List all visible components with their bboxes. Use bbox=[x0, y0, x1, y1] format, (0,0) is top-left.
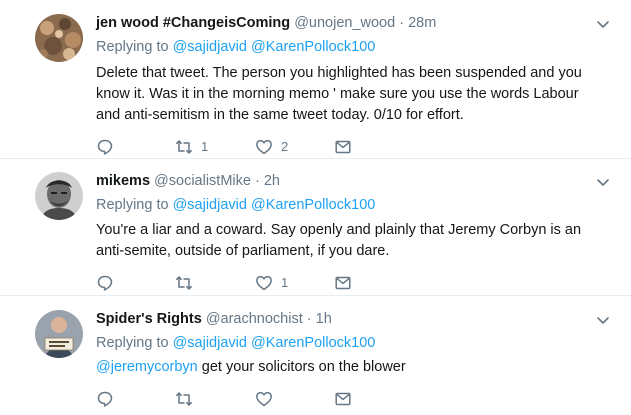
reply-mention[interactable]: @KarenPollock100 bbox=[251, 335, 375, 351]
handle[interactable]: @arachnochist bbox=[206, 311, 303, 327]
reply-button[interactable] bbox=[96, 273, 122, 293]
replying-to: Replying to @sajidjavid @KarenPollock100 bbox=[96, 196, 375, 214]
display-name[interactable]: jen wood #ChangeisComing bbox=[96, 15, 290, 31]
tweet-text-body: get your solicitors on the blower bbox=[197, 359, 406, 375]
tweet[interactable]: mikems @socialistMike · 2h Replying to @… bbox=[0, 159, 631, 295]
tweet-text: You're a liar and a coward. Say openly a… bbox=[96, 222, 582, 259]
tweet-header: Spider's Rights @arachnochist · 1h bbox=[96, 310, 332, 328]
handle[interactable]: @unojen_wood bbox=[294, 15, 395, 31]
chevron-down-icon[interactable] bbox=[595, 312, 611, 328]
message-button[interactable] bbox=[334, 273, 352, 293]
retweet-icon bbox=[176, 392, 192, 406]
tweet-actions: 1 bbox=[96, 273, 396, 293]
chevron-down-icon[interactable] bbox=[595, 174, 611, 190]
tweet-text: Delete that tweet. The person you highli… bbox=[96, 65, 582, 123]
like-button[interactable] bbox=[255, 389, 281, 409]
replying-to: Replying to @sajidjavid @KarenPollock100 bbox=[96, 38, 375, 56]
replying-to: Replying to @sajidjavid @KarenPollock100 bbox=[96, 334, 375, 352]
timestamp[interactable]: 1h bbox=[316, 311, 332, 327]
avatar-image bbox=[35, 14, 83, 62]
reply-mention[interactable]: @KarenPollock100 bbox=[251, 39, 375, 55]
like-count: 1 bbox=[281, 275, 289, 290]
reply-mention[interactable]: @KarenPollock100 bbox=[251, 197, 375, 213]
separator: · bbox=[395, 15, 409, 31]
replying-label: Replying to bbox=[96, 39, 169, 55]
reply-icon bbox=[97, 391, 113, 407]
timestamp[interactable]: 28m bbox=[408, 15, 436, 31]
tweet-header: mikems @socialistMike · 2h bbox=[96, 172, 280, 190]
retweet-icon bbox=[176, 140, 192, 154]
message-button[interactable] bbox=[334, 389, 352, 409]
tweet[interactable]: Spider's Rights @arachnochist · 1h Reply… bbox=[0, 296, 631, 415]
reply-mention[interactable]: @sajidjavid bbox=[173, 39, 247, 55]
like-icon bbox=[256, 139, 272, 155]
reply-mention[interactable]: @sajidjavid bbox=[173, 335, 247, 351]
tweet-text: @jeremycorbyn get your solicitors on the… bbox=[96, 357, 601, 378]
like-button[interactable]: 1 bbox=[255, 273, 288, 293]
handle[interactable]: @socialistMike bbox=[154, 173, 251, 189]
retweet-button[interactable] bbox=[175, 273, 201, 293]
timestamp[interactable]: 2h bbox=[264, 173, 280, 189]
retweet-button[interactable]: 1 bbox=[175, 137, 208, 157]
avatar[interactable] bbox=[35, 172, 83, 220]
like-count: 2 bbox=[281, 139, 289, 154]
reply-button[interactable] bbox=[96, 137, 122, 157]
tweet-actions: 1 2 bbox=[96, 137, 396, 157]
separator: · bbox=[302, 311, 316, 327]
message-icon bbox=[335, 392, 351, 406]
reply-button[interactable] bbox=[96, 389, 122, 409]
replying-label: Replying to bbox=[96, 335, 169, 351]
avatar-image bbox=[35, 310, 83, 358]
mention-link[interactable]: @jeremycorbyn bbox=[96, 359, 198, 375]
retweet-icon bbox=[176, 276, 192, 290]
chevron-down-icon[interactable] bbox=[595, 16, 611, 32]
avatar[interactable] bbox=[35, 310, 83, 358]
replying-label: Replying to bbox=[96, 197, 169, 213]
retweet-count: 1 bbox=[201, 139, 209, 154]
retweet-button[interactable] bbox=[175, 389, 201, 409]
message-icon bbox=[335, 140, 351, 154]
like-button[interactable]: 2 bbox=[255, 137, 288, 157]
like-icon bbox=[256, 275, 272, 291]
tweet-actions bbox=[96, 389, 396, 409]
like-icon bbox=[256, 391, 272, 407]
message-icon bbox=[335, 276, 351, 290]
separator: · bbox=[250, 173, 264, 189]
reply-icon bbox=[97, 275, 113, 291]
reply-mention[interactable]: @sajidjavid bbox=[173, 197, 247, 213]
tweet-header: jen wood #ChangeisComing @unojen_wood · … bbox=[96, 14, 436, 32]
message-button[interactable] bbox=[334, 137, 352, 157]
avatar-image bbox=[35, 172, 83, 220]
display-name[interactable]: Spider's Rights bbox=[96, 311, 202, 327]
reply-icon bbox=[97, 139, 113, 155]
display-name[interactable]: mikems bbox=[96, 173, 150, 189]
tweet[interactable]: jen wood #ChangeisComing @unojen_wood · … bbox=[0, 0, 631, 158]
avatar[interactable] bbox=[35, 14, 83, 62]
